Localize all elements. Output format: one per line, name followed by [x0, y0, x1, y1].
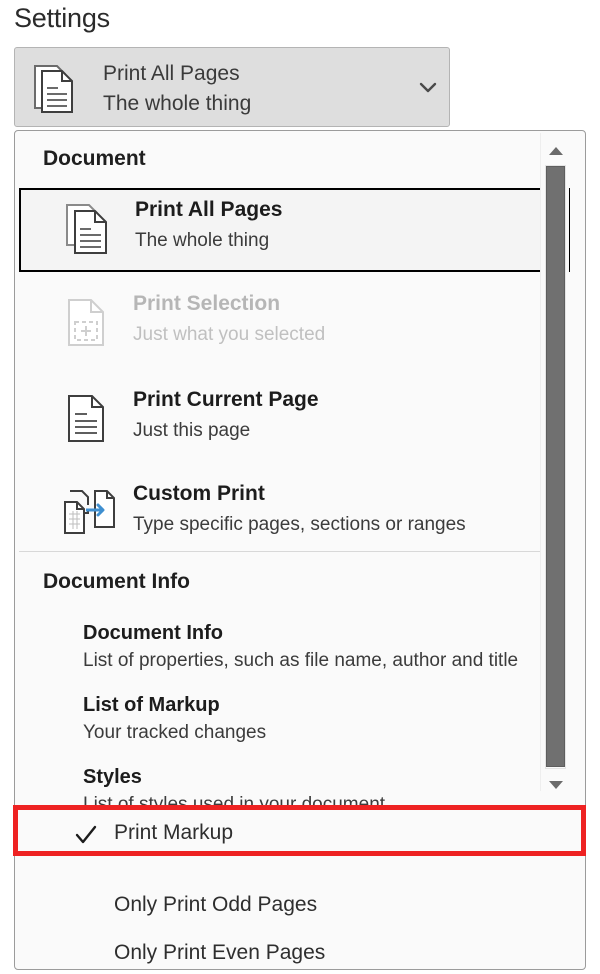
checkmark-icon [74, 823, 98, 847]
dropdown-scrollbar[interactable] [540, 133, 569, 791]
menu-item-subtitle: The whole thing [135, 230, 270, 251]
menu-item-only-print-even-pages[interactable]: Only Print Even Pages [17, 931, 583, 974]
menu-item-title: Styles [83, 766, 142, 788]
combobox-value: Print All Pages The whole thing [103, 59, 433, 119]
scrollbar-thumb[interactable] [546, 166, 565, 767]
menu-item-subtitle: List of styles used in your document [83, 794, 386, 808]
menu-item-title: Print All Pages [135, 198, 283, 221]
settings-heading: Settings [14, 3, 110, 33]
menu-item-print-current-page[interactable]: Print Current Page Just this page [19, 380, 557, 456]
menu-item-print-all-pages[interactable]: Print All Pages The whole thing [19, 188, 570, 272]
print-range-combobox[interactable]: Print All Pages The whole thing [14, 47, 450, 127]
menu-item-label: Only Print Odd Pages [114, 893, 318, 916]
menu-item-label: Only Print Even Pages [114, 941, 326, 964]
print-settings-screen: Settings Print All Pages The whole thing [0, 0, 600, 974]
menu-item-title: Custom Print [133, 482, 265, 505]
menu-item-subtitle: Just what you selected [133, 324, 326, 345]
menu-separator [19, 551, 557, 552]
document-selection-icon [61, 297, 113, 349]
print-range-dropdown-panel: Document Print All Pages The whole thing… [14, 130, 586, 970]
scroll-up-arrow-icon[interactable] [541, 139, 570, 163]
menu-item-title: List of Markup [83, 694, 220, 716]
scroll-down-arrow-icon[interactable] [541, 773, 570, 797]
dropdown-scroll-viewport: Document Print All Pages The whole thing… [16, 132, 570, 808]
group-header-document: Document [43, 147, 146, 170]
combobox-secondary-label: The whole thing [103, 92, 252, 115]
menu-item-label: Print Markup [114, 821, 234, 844]
document-pages-icon [63, 203, 115, 255]
menu-item-subtitle: Your tracked changes [83, 722, 267, 743]
menu-item-title: Print Current Page [133, 388, 319, 411]
menu-item-print-selection: Print Selection Just what you selected [19, 284, 557, 360]
document-single-page-icon [61, 393, 113, 445]
menu-item-title: Print Selection [133, 292, 281, 315]
combobox-primary-label: Print All Pages [103, 62, 240, 85]
menu-item-subtitle: Type specific pages, sections or ranges [133, 514, 466, 535]
menu-item-subtitle: Just this page [133, 420, 251, 441]
menu-item-print-markup[interactable]: Print Markup [17, 811, 583, 861]
menu-item-custom-print[interactable]: Custom Print Type specific pages, sectio… [19, 474, 557, 550]
menu-item-subtitle: List of properties, such as file name, a… [83, 650, 519, 671]
chevron-down-icon[interactable] [417, 76, 439, 98]
menu-item-only-print-odd-pages[interactable]: Only Print Odd Pages [17, 883, 583, 933]
menu-item-title: Document Info [83, 622, 223, 644]
document-custom-range-icon [61, 487, 115, 539]
document-pages-icon [31, 64, 79, 114]
group-header-document-info: Document Info [43, 570, 190, 593]
